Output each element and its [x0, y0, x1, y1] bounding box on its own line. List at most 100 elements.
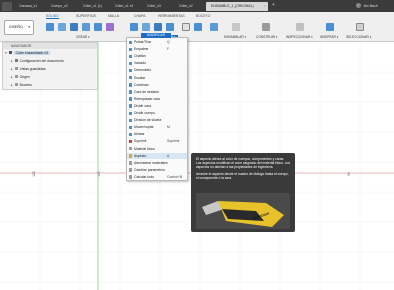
menu-item[interactable]: Cambiar parámetros [127, 167, 187, 174]
menu-item-label: Mover/copiar [134, 125, 154, 130]
app-menu-button[interactable] [2, 2, 12, 11]
menu-item[interactable]: División de silueta [127, 117, 187, 124]
browser-item-root[interactable]: ▾ Cúter ensamblado v3 [5, 50, 50, 56]
tab-surface[interactable]: SUPERFICIE [76, 14, 96, 18]
group-construct[interactable]: CONSTRUIR ▾ [256, 35, 277, 39]
group-select[interactable]: SELECCIONAR ▾ [346, 35, 371, 39]
menu-item[interactable]: Escalar [127, 75, 187, 82]
browser-item-sketches[interactable]: ▸ Bocetos [11, 82, 32, 88]
chevron-right-icon[interactable]: ▸ [11, 59, 13, 63]
combine-icon[interactable] [194, 23, 202, 31]
group-assemble[interactable]: ENSAMBLAR ▾ [224, 35, 246, 39]
group-inspect[interactable]: INSPECCIONAR ▾ [286, 35, 313, 39]
sweep-icon[interactable] [82, 23, 90, 31]
tab-4[interactable]: Cúter_v3 [142, 2, 172, 11]
menu-item-label: Dividir cuerpo [134, 111, 155, 115]
chevron-right-icon[interactable]: ▸ [11, 83, 13, 87]
fillet-icon[interactable] [142, 23, 150, 31]
pattern-icon[interactable] [106, 23, 114, 31]
menu-item[interactable]: Alinear [127, 131, 187, 138]
menu-item[interactable]: Administrar materiales [127, 160, 187, 167]
chevron-right-icon[interactable]: ▸ [11, 67, 13, 71]
new-sketch-icon[interactable] [46, 23, 54, 31]
tab-5[interactable]: Cúter_v2 [174, 2, 204, 11]
insert-icon[interactable] [326, 23, 334, 31]
browser-item-origin[interactable]: ▸ Origen [11, 74, 30, 80]
menu-item[interactable]: Desmoldeo [127, 67, 187, 74]
menu-item[interactable]: Aspecto A [127, 152, 187, 160]
menu-item-icon [129, 104, 133, 108]
visibility-icon[interactable] [8, 51, 12, 54]
chevron-down-icon[interactable]: ▾ [5, 51, 7, 55]
menu-item[interactable]: Reemplazar cara [127, 96, 187, 103]
chevron-right-icon[interactable]: ▸ [11, 75, 13, 79]
tab-1[interactable]: Cuerpo_v2 [46, 2, 76, 11]
menu-item[interactable]: Mover/copiar M [127, 124, 187, 131]
avatar[interactable] [356, 3, 361, 8]
press-pull-icon[interactable] [130, 23, 138, 31]
axis-label-50: 50 [346, 172, 351, 176]
axis-label-125: 125 [31, 171, 36, 177]
tab-3[interactable]: Cúter_v1 x2 [110, 2, 140, 11]
menu-item[interactable]: Calcular todo Control+B [127, 174, 187, 181]
select-icon[interactable] [356, 23, 364, 31]
tab-sketch[interactable]: BOCETO [196, 14, 210, 18]
menu-item-label: Vaciado [134, 61, 147, 66]
close-tab-icon[interactable]: × [264, 2, 266, 11]
chamfer-icon[interactable] [154, 23, 162, 31]
menu-item-icon [129, 132, 133, 137]
loft-icon[interactable] [94, 23, 102, 31]
tab-6[interactable]: ENSAMBLE_1_(ORIGINAL) × [206, 2, 268, 11]
menu-item[interactable]: Chaflán [127, 53, 187, 60]
menu-item-shortcut: Q [167, 40, 170, 44]
tooltip-description: El aspecto afecta al color de cuerpos, c… [196, 157, 291, 169]
extrude-icon[interactable] [58, 23, 66, 31]
joint-icon[interactable] [232, 23, 240, 31]
revolve-icon[interactable] [70, 23, 78, 31]
menu-item-label: Suprimir [134, 139, 147, 144]
menu-item[interactable]: Material físico [127, 146, 187, 153]
scale-icon[interactable] [182, 23, 190, 31]
folder-icon [14, 83, 18, 86]
menu-item-icon [129, 47, 133, 52]
browser-title: NAVEGADOR [3, 43, 97, 49]
menu-item-shortcut: Control+B [167, 174, 183, 179]
menu-item[interactable]: Cara de desfase [127, 89, 187, 96]
tab-mesh[interactable]: MALLA [108, 14, 119, 18]
axis-label-100: 100 [96, 171, 101, 177]
group-insert[interactable]: INSERTAR ▾ [320, 35, 338, 39]
folder-icon [14, 75, 18, 78]
menu-item[interactable]: Empalme F [127, 46, 187, 53]
menu-item[interactable]: Dividir cuerpo [127, 110, 187, 117]
menu-item-icon [129, 154, 133, 158]
menu-item[interactable]: Combinar [127, 82, 187, 89]
tab-0[interactable]: Carcasa_v1 [14, 2, 44, 11]
workspace-button[interactable]: DISEÑO ▾ [4, 20, 34, 35]
shell-icon[interactable] [166, 23, 174, 31]
menu-item[interactable]: Dividir cara [127, 103, 187, 110]
tooltip-instruction: Arrastre el aspecto desde el cuadro de d… [196, 172, 289, 180]
menu-item-icon [129, 161, 133, 165]
menu-item-shortcut: A [167, 153, 170, 158]
menu-item[interactable]: Suprimir Suprimir [127, 138, 187, 145]
menu-item[interactable]: Vaciado [127, 60, 187, 67]
tab-2[interactable]: Cúter_v1 (1) [78, 2, 108, 11]
construct-plane-icon[interactable] [262, 23, 270, 31]
menu-item[interactable]: Pulsar/Tirar Q [127, 39, 187, 46]
browser-item-settings[interactable]: ▸ Configuración del documento [11, 58, 64, 64]
group-create[interactable]: CREAR ▾ [76, 35, 90, 39]
menu-item-icon [129, 54, 133, 59]
move-icon[interactable] [210, 23, 218, 31]
browser-item-views[interactable]: ▸ Vistas guardadas [11, 66, 46, 72]
tab-solid[interactable]: SÓLIDO [46, 14, 59, 19]
tab-sheet[interactable]: CHAPA [134, 14, 145, 18]
user-name[interactable]: Jim Bach [363, 2, 378, 10]
menu-item-icon [129, 61, 133, 66]
tab-tools[interactable]: HERRAMIENTAS [158, 14, 185, 18]
menu-item-icon [129, 147, 133, 151]
add-tab-icon[interactable]: + [272, 3, 277, 8]
measure-icon[interactable] [296, 23, 304, 31]
menu-item-icon [129, 97, 133, 101]
menu-header[interactable]: MODIFICAR [141, 33, 171, 38]
menu-item-icon [129, 83, 133, 87]
